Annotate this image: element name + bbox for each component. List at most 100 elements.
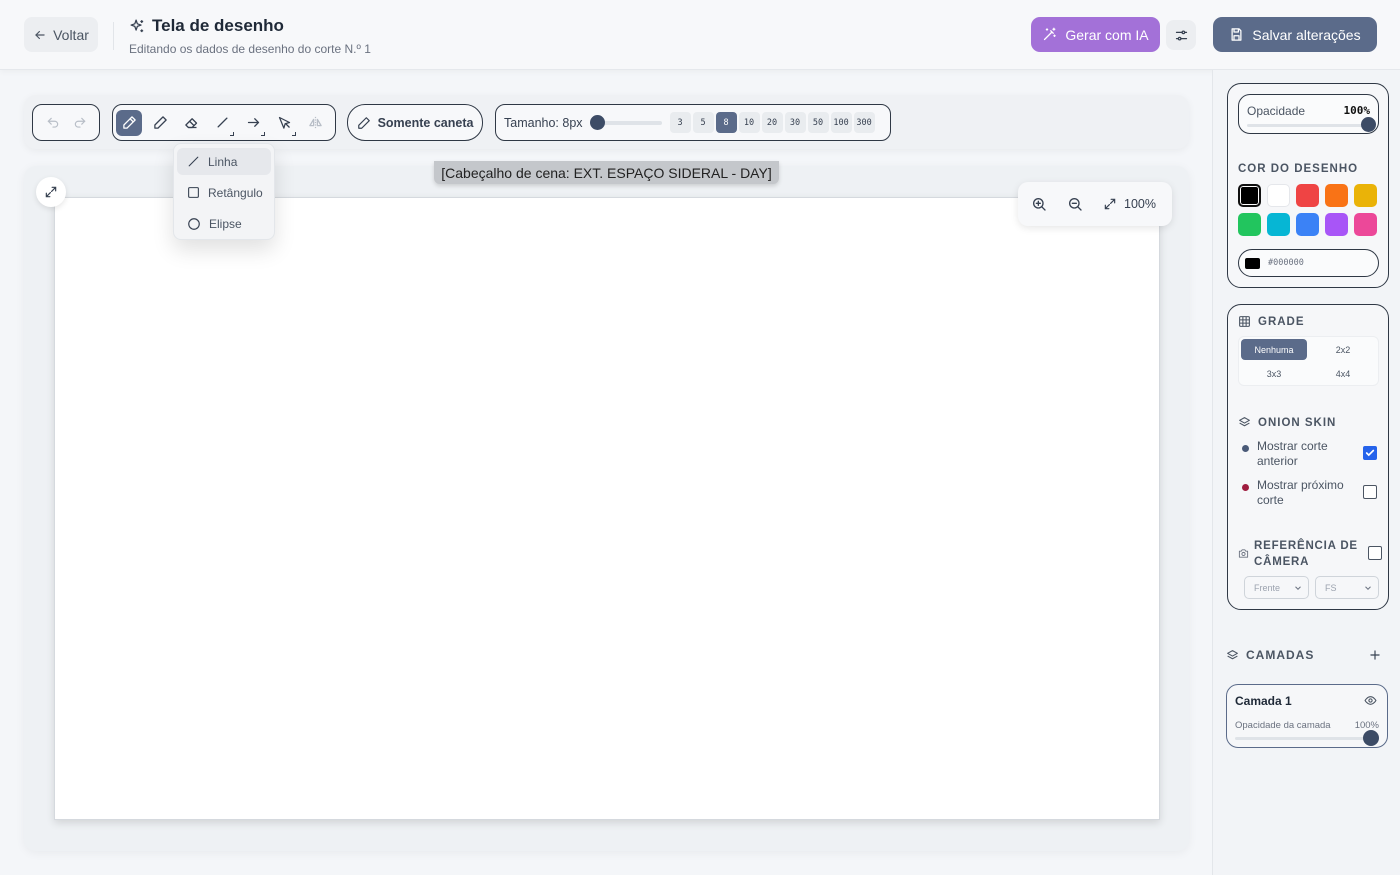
shape-option-label: Elipse <box>209 216 242 231</box>
color-swatch[interactable] <box>1325 184 1348 207</box>
line-tool-button[interactable] <box>209 110 235 136</box>
eye-icon[interactable] <box>1364 694 1377 707</box>
onion-next-checkbox[interactable] <box>1363 485 1377 499</box>
redo-button[interactable] <box>67 110 93 136</box>
brush-size-option[interactable]: 50 <box>807 112 829 133</box>
zoom-level: 100% <box>1124 197 1156 211</box>
onion-prev-checkbox[interactable] <box>1363 446 1377 460</box>
brush-size-option[interactable]: 20 <box>761 112 783 133</box>
header-divider <box>113 22 114 50</box>
camera-shot-select[interactable]: FS <box>1315 576 1379 599</box>
shape-option-rectangle[interactable]: Retângulo <box>177 179 271 206</box>
arrow-tool-button[interactable] <box>240 110 266 136</box>
brush-size-option[interactable]: 5 <box>692 112 714 133</box>
color-swatch[interactable] <box>1238 184 1261 207</box>
shape-dropdown-menu: Linha Retângulo Elipse <box>173 143 275 240</box>
color-swatch[interactable] <box>1238 213 1261 236</box>
save-changes-label: Salvar alterações <box>1252 26 1361 43</box>
brush-size-option[interactable]: 8 <box>715 112 737 133</box>
circle-icon <box>187 217 201 231</box>
grid-option-4x4[interactable]: 4x4 <box>1310 363 1376 384</box>
layers-title-row: CAMADAS <box>1226 648 1314 662</box>
camera-icon <box>1238 548 1249 559</box>
opacity-slider-thumb[interactable] <box>1361 117 1376 132</box>
zoom-controls: 100% <box>1018 182 1172 226</box>
pen-only-label: Somente caneta <box>377 115 474 130</box>
mirror-tool-button[interactable] <box>302 110 328 136</box>
brush-size-option[interactable]: 100 <box>830 112 852 133</box>
layer-name: Camada 1 <box>1235 694 1292 708</box>
brush-size-slider-thumb[interactable] <box>589 114 605 130</box>
grid-title-row: GRADE <box>1238 315 1305 328</box>
page-heading: Tela de desenho Editando os dados de des… <box>129 16 371 56</box>
fullscreen-button[interactable] <box>36 177 66 207</box>
grid-option-none[interactable]: Nenhuma <box>1241 339 1307 360</box>
eraser-tool-button[interactable] <box>178 110 204 136</box>
guides-box: GRADE Nenhuma 2x2 3x3 4x4 ONION SKIN Mos… <box>1227 304 1389 610</box>
zoom-reset-button[interactable]: 100% <box>1103 197 1156 211</box>
brush-size-option[interactable]: 30 <box>784 112 806 133</box>
layer-opacity-label: Opacidade da camada <box>1235 720 1331 731</box>
drawing-color-title: COR DO DESENHO <box>1238 163 1359 175</box>
opacity-value: 100% <box>1343 104 1371 117</box>
drawing-canvas[interactable] <box>54 197 1160 820</box>
onion-next-row: Mostrar próximo corte <box>1242 478 1379 510</box>
layer-opacity-slider-thumb[interactable] <box>1363 730 1379 746</box>
pen-only-toggle[interactable]: Somente caneta <box>347 104 483 141</box>
hex-color-input[interactable]: #000000 <box>1238 249 1379 277</box>
hex-color-value: #000000 <box>1268 258 1304 268</box>
shape-option-line[interactable]: Linha <box>177 148 271 175</box>
drawing-toolbar: Somente caneta Tamanho: 8px 3 5 8 10 20 30 50 1… <box>24 95 1189 149</box>
brush-size-option[interactable]: 300 <box>853 112 875 133</box>
color-swatch[interactable] <box>1296 184 1319 207</box>
chevron-down-icon <box>1293 583 1303 593</box>
color-swatch[interactable] <box>1354 184 1377 207</box>
square-icon <box>187 186 200 199</box>
camera-reference-checkbox[interactable] <box>1368 546 1382 560</box>
pen-icon <box>357 116 371 130</box>
color-swatch[interactable] <box>1354 213 1377 236</box>
properties-panel: Opacidade 100% COR DO DESENHO #000000 GR… <box>1212 70 1400 875</box>
layer-item[interactable]: Camada 1 Opacidade da camada 100% <box>1226 684 1388 748</box>
grid-option-2x2[interactable]: 2x2 <box>1310 339 1376 360</box>
select-tool-button[interactable] <box>271 110 297 136</box>
layers-icon <box>1238 416 1251 429</box>
add-layer-button[interactable] <box>1364 644 1386 666</box>
pencil-tool-button[interactable] <box>147 110 173 136</box>
sliders-icon <box>1174 28 1189 43</box>
zoom-out-button[interactable] <box>1067 196 1083 212</box>
camera-view-value: Frente <box>1254 582 1281 593</box>
layers-title: CAMADAS <box>1246 648 1315 662</box>
save-changes-button[interactable]: Salvar alterações <box>1213 17 1377 52</box>
submenu-indicator-icon <box>292 131 296 136</box>
camera-reference-row: REFERÊNCIA DE CÂMERA <box>1238 538 1382 570</box>
save-icon <box>1229 27 1244 42</box>
opacity-slider[interactable] <box>1247 124 1372 127</box>
page-title: Tela de desenho <box>152 16 284 35</box>
brush-size-option[interactable]: 3 <box>669 112 691 133</box>
settings-button[interactable] <box>1166 20 1196 50</box>
submenu-indicator-icon <box>261 131 265 136</box>
camera-view-select[interactable]: Frente <box>1244 576 1309 599</box>
history-group <box>32 104 100 141</box>
submenu-indicator-icon <box>230 131 234 136</box>
color-swatch[interactable] <box>1296 213 1319 236</box>
onion-skin-title-row: ONION SKIN <box>1238 416 1336 429</box>
pen-tool-button[interactable] <box>116 109 142 136</box>
color-swatch[interactable] <box>1267 184 1290 207</box>
onion-prev-row: Mostrar corte anterior <box>1242 439 1379 471</box>
back-button[interactable]: Voltar <box>24 17 98 52</box>
layer-opacity-slider[interactable] <box>1235 737 1370 740</box>
brush-size-slider[interactable] <box>589 114 662 130</box>
color-swatch[interactable] <box>1267 213 1290 236</box>
shape-option-ellipse[interactable]: Elipse <box>177 210 271 237</box>
generate-ai-button[interactable]: Gerar com IA <box>1031 17 1160 52</box>
top-header: Voltar Tela de desenho Editando os dados… <box>0 0 1400 70</box>
zoom-in-button[interactable] <box>1031 196 1047 212</box>
brush-size-option[interactable]: 10 <box>738 112 760 133</box>
onion-prev-color-dot <box>1242 445 1249 452</box>
color-swatch[interactable] <box>1325 213 1348 236</box>
undo-button[interactable] <box>40 110 66 136</box>
grid-option-3x3[interactable]: 3x3 <box>1241 363 1307 384</box>
brush-size-group: Tamanho: 8px 3 5 8 10 20 30 50 100 300 <box>495 104 891 141</box>
